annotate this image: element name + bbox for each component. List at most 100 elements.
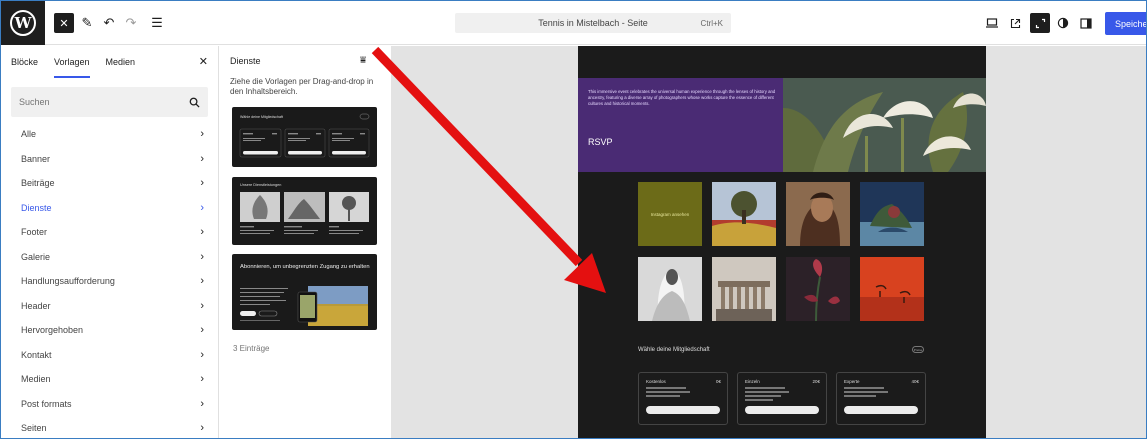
gallery-image-birds-sunset <box>860 257 924 321</box>
plan-price: 0€ <box>715 379 721 384</box>
pattern-preview-subscribe[interactable]: Abonnieren, um unbegrenzten Zugang zu er… <box>232 254 377 330</box>
category-item-active[interactable]: Dienste › <box>1 196 218 221</box>
chevron-right-icon: › <box>200 324 204 337</box>
pattern-list-panel: Dienste ⩸ Ziehe die Vorlagen per Drag-an… <box>220 46 390 438</box>
pattern-preview-services[interactable]: Unsere Dienstleistungen <box>232 177 377 245</box>
page-preview[interactable]: This immersive event celebrates the univ… <box>578 46 986 438</box>
chevron-right-icon: › <box>200 250 204 263</box>
pattern-instructions: Ziehe die Vorlagen per Drag-and-drop in … <box>230 77 374 96</box>
category-item[interactable]: Footer › <box>1 220 218 245</box>
hero-section: This immersive event celebrates the univ… <box>578 78 783 172</box>
pencil-tool-icon[interactable]: ✎ <box>77 13 97 33</box>
category-label: Beiträge <box>21 178 55 189</box>
plan-name: Einzeln <box>745 379 760 384</box>
chevron-right-icon: › <box>200 177 204 190</box>
category-item[interactable]: Alle › <box>1 122 218 147</box>
block-inserter-panel: Blöcke Vorlagen Medien ✕ Suchen Alle › Ba… <box>1 46 219 438</box>
category-label: Handlungsaufforderung <box>21 276 115 287</box>
pattern-thumb-title: Wähle deine Mitgliedschaft <box>240 115 283 119</box>
category-item[interactable]: Hervorgehoben › <box>1 318 218 343</box>
chevron-right-icon: › <box>200 422 204 435</box>
editor-toolbar: W ✕ ✎ ↶ ↷ ☰ Tennis in Mistelbach - Seite… <box>1 1 1146 45</box>
chevron-right-icon: › <box>200 299 204 312</box>
gallery-image-portrait <box>786 182 850 246</box>
plan-join-button[interactable] <box>646 406 720 414</box>
plan-join-button[interactable] <box>844 406 918 414</box>
pattern-count: 3 Einträge <box>233 344 270 353</box>
category-label: Kontakt <box>21 349 52 360</box>
pattern-thumb-title: Abonnieren, um unbegrenzten Zugang zu er… <box>240 264 370 270</box>
pattern-thumb-title: Unsere Dienstleistungen <box>240 183 281 187</box>
wordpress-logo-button[interactable]: W <box>1 1 45 45</box>
search-placeholder: Suchen <box>19 97 50 107</box>
document-overview-icon[interactable]: ☰ <box>147 13 167 33</box>
category-label: Header <box>21 300 51 311</box>
tab-blocks[interactable]: Blöcke <box>11 46 38 78</box>
inserter-tabs: Blöcke Vorlagen Medien ✕ <box>1 46 218 78</box>
instagram-tile[interactable]: Instagram ansehen <box>638 182 702 246</box>
style-contrast-icon[interactable] <box>1053 13 1073 33</box>
category-item[interactable]: Kontakt › <box>1 343 218 368</box>
editor-canvas: This immersive event celebrates the univ… <box>391 46 1146 438</box>
settings-sidebar-icon[interactable] <box>1076 13 1096 33</box>
plan-price: 20€ <box>812 379 820 384</box>
gallery-image-reef <box>860 182 924 246</box>
wordpress-icon: W <box>10 10 36 36</box>
rsvp-heading: RSVP <box>588 137 613 147</box>
pattern-category-list: Alle › Banner › Beiträge › Dienste › Footer ›… <box>1 122 218 438</box>
category-item[interactable]: Banner › <box>1 147 218 172</box>
plan-features <box>646 387 690 399</box>
category-item[interactable]: Post formats › <box>1 392 218 417</box>
undo-icon[interactable]: ↶ <box>99 13 119 33</box>
plan-card-free: Kostenlos 0€ <box>638 372 728 425</box>
chevron-right-icon: › <box>200 226 204 239</box>
category-item[interactable]: Seiten › <box>1 416 218 438</box>
chevron-right-icon: › <box>200 348 204 361</box>
plan-name: Experte <box>844 379 860 384</box>
category-item[interactable]: Handlungsaufforderung › <box>1 269 218 294</box>
close-icon[interactable]: ✕ <box>199 55 208 68</box>
close-inserter-button[interactable]: ✕ <box>54 13 74 33</box>
hero-image-calla-lilies <box>783 78 986 172</box>
plan-features <box>745 387 789 403</box>
redo-icon[interactable]: ↷ <box>121 13 141 33</box>
filter-icon[interactable]: ⩸ <box>360 55 366 66</box>
pattern-category-heading: Dienste <box>230 56 261 66</box>
gallery-image-woman-veil <box>638 257 702 321</box>
plan-features <box>844 387 888 399</box>
category-item[interactable]: Medien › <box>1 367 218 392</box>
category-item[interactable]: Header › <box>1 294 218 319</box>
membership-heading: Wähle deine Mitgliedschaft <box>638 347 710 353</box>
chevron-right-icon: › <box>200 275 204 288</box>
command-bar[interactable]: Tennis in Mistelbach - Seite Ctrl+K <box>455 13 731 33</box>
document-title: Tennis in Mistelbach - Seite <box>538 18 648 28</box>
chevron-right-icon: › <box>200 128 204 141</box>
category-label: Dienste <box>21 202 52 213</box>
tab-patterns[interactable]: Vorlagen <box>54 46 90 78</box>
external-view-icon[interactable] <box>1005 13 1025 33</box>
device-preview-icon[interactable] <box>982 13 1002 33</box>
chevron-right-icon: › <box>200 373 204 386</box>
category-label: Footer <box>21 227 48 238</box>
instagram-link[interactable]: Instagram ansehen <box>651 211 690 218</box>
category-label: Medien <box>21 374 51 385</box>
plan-card-single: Einzeln 20€ <box>737 372 827 425</box>
pricing-badge: Preise <box>912 346 924 353</box>
category-item[interactable]: Galerie › <box>1 245 218 270</box>
plan-price: 40€ <box>911 379 919 384</box>
zoom-out-icon[interactable] <box>1030 13 1050 33</box>
pattern-preview-membership[interactable]: Wähle deine Mitgliedschaft <box>232 107 377 167</box>
search-input[interactable]: Suchen <box>11 87 208 117</box>
gallery-image-temple <box>712 257 776 321</box>
category-label: Galerie <box>21 251 51 262</box>
plan-join-button[interactable] <box>745 406 819 414</box>
gallery-image-tree-field <box>712 182 776 246</box>
command-shortcut: Ctrl+K <box>700 18 723 28</box>
category-item[interactable]: Beiträge › <box>1 171 218 196</box>
gallery-image-red-flower <box>786 257 850 321</box>
chevron-right-icon: › <box>200 397 204 410</box>
save-button[interactable]: Speichern <box>1105 12 1146 35</box>
category-label: Hervorgehoben <box>21 325 84 336</box>
plan-card-expert: Experte 40€ <box>836 372 926 425</box>
tab-media[interactable]: Medien <box>106 46 136 78</box>
